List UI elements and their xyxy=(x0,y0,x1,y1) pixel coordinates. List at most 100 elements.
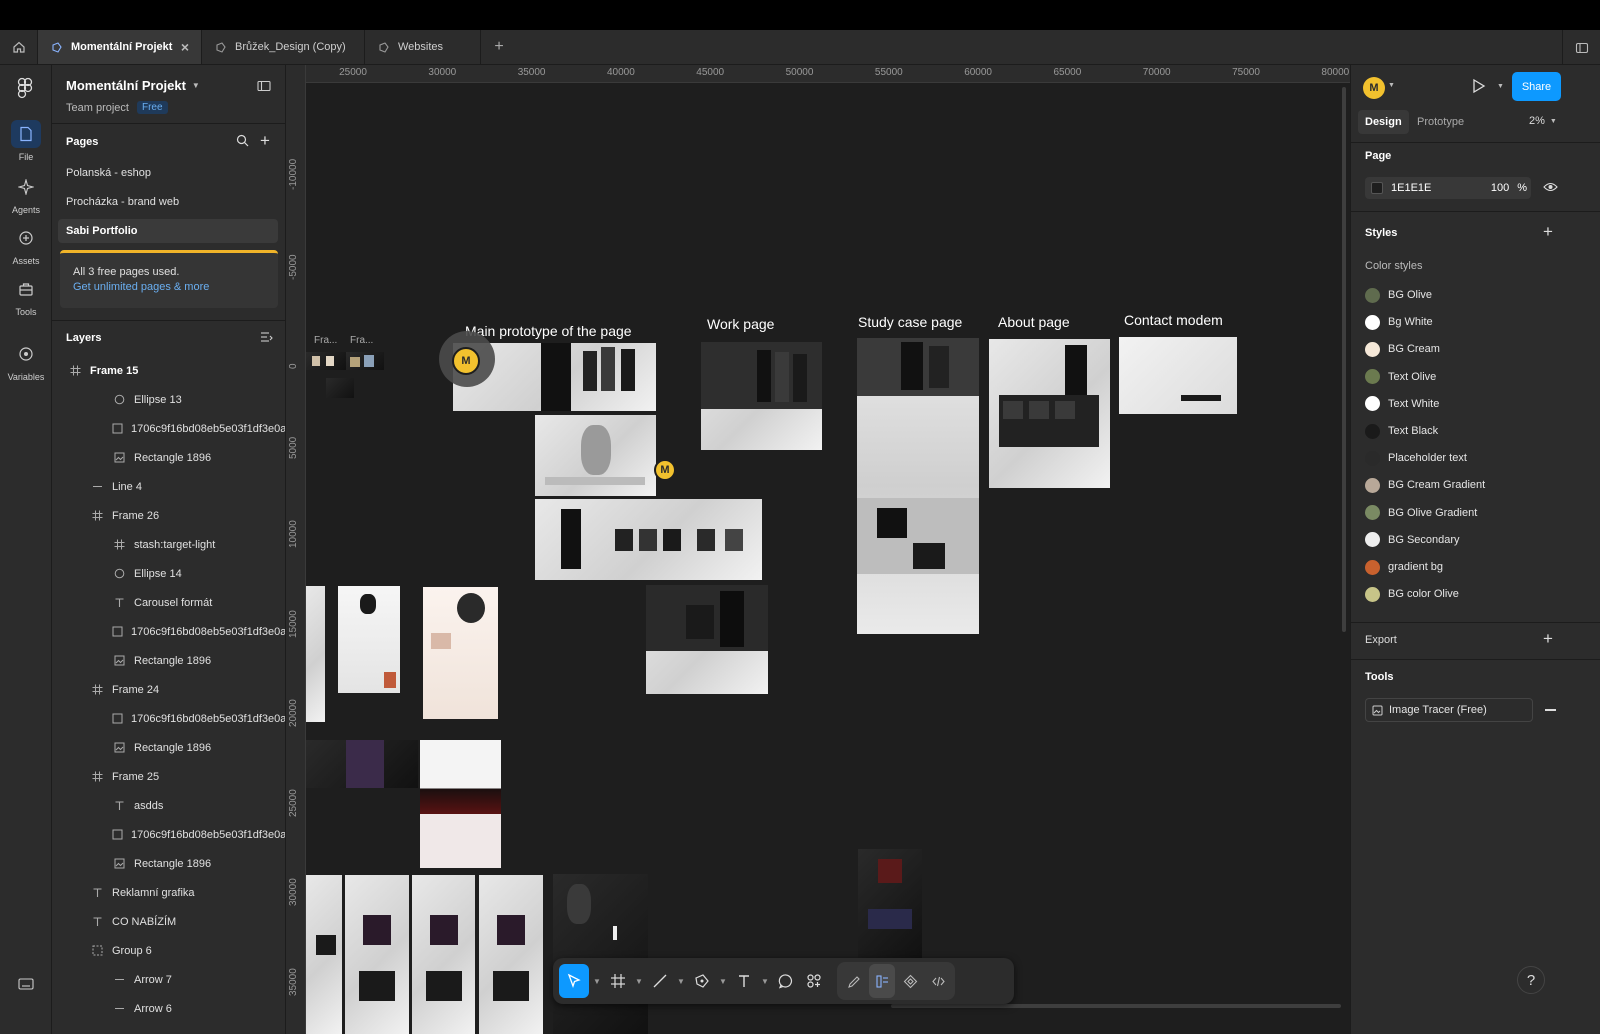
frame-get-in-contact[interactable] xyxy=(646,585,768,694)
color-style-item[interactable]: gradient bg xyxy=(1365,557,1443,577)
frame-thumbnail[interactable] xyxy=(858,849,922,959)
frame-thumbnail[interactable] xyxy=(306,875,342,1034)
frame-label-contact-modem[interactable]: Contact modem xyxy=(1124,312,1223,328)
line-tool[interactable] xyxy=(647,964,673,998)
tab-bruzek-design[interactable]: Brůžek_Design (Copy) xyxy=(202,30,365,64)
zoom-dropdown[interactable]: 2% ▼ xyxy=(1529,115,1557,127)
add-export-icon[interactable]: + xyxy=(1543,629,1553,649)
move-tool[interactable] xyxy=(559,964,589,998)
frame-tool[interactable] xyxy=(605,964,631,998)
frame-thumbnail[interactable] xyxy=(479,875,543,1034)
layer-row[interactable]: Rectangle 1896 xyxy=(52,733,285,762)
frame-thumbnail[interactable] xyxy=(345,875,409,1034)
layer-row[interactable]: Ellipse 13 xyxy=(52,385,285,414)
frame-label-work-page[interactable]: Work page xyxy=(707,316,774,332)
layer-row[interactable]: stash:target-light xyxy=(52,530,285,559)
layer-row[interactable]: 1706c9f16bd08eb5e03f1df3e0a9 xyxy=(52,617,285,646)
layer-row[interactable]: Arrow 6 xyxy=(52,994,285,1023)
rail-assets[interactable]: Assets xyxy=(0,224,52,266)
frame-thumbnail[interactable] xyxy=(412,875,475,1034)
frame-thumbnail[interactable] xyxy=(553,874,648,1034)
frame-portfolio-grid[interactable] xyxy=(535,499,762,580)
rail-variables[interactable]: Variables xyxy=(0,340,52,382)
color-style-item[interactable]: BG Cream xyxy=(1365,339,1440,359)
layer-row[interactable]: Frame 15 xyxy=(52,356,285,385)
layer-row[interactable]: Rectangle 1896 xyxy=(52,646,285,675)
horizontal-scrollbar[interactable] xyxy=(891,1004,1341,1008)
frame-thumbnail[interactable] xyxy=(306,352,346,370)
tab-momentalni-projekt[interactable]: Momentální Projekt × xyxy=(38,30,202,64)
layer-row[interactable]: Reklamní grafika xyxy=(52,878,285,907)
close-tab-icon[interactable]: × xyxy=(181,39,189,55)
panel-layout-icon[interactable] xyxy=(257,80,271,95)
color-style-item[interactable]: BG Cream Gradient xyxy=(1365,475,1485,495)
layer-row[interactable]: 1706c9f16bd08eb5e03f1df3e0a9 xyxy=(52,704,285,733)
user-avatar[interactable]: M xyxy=(1363,77,1385,99)
layer-row[interactable]: 1706c9f16bd08eb5e03f1df3e0a9 xyxy=(52,820,285,849)
present-play-icon[interactable] xyxy=(1471,78,1486,97)
rail-file[interactable]: File xyxy=(0,120,52,162)
layer-row[interactable]: Carousel formát xyxy=(52,588,285,617)
layer-list-options-icon[interactable] xyxy=(260,331,273,346)
layer-row[interactable]: Frame 25 xyxy=(52,762,285,791)
layer-row[interactable]: Rectangle 1896 xyxy=(52,443,285,472)
chevron-down-icon[interactable]: ▼ xyxy=(1497,83,1504,90)
frame-study-case-page[interactable] xyxy=(857,338,979,634)
home-tab[interactable] xyxy=(0,30,38,64)
color-style-item[interactable]: BG Olive Gradient xyxy=(1365,503,1477,523)
tab-design[interactable]: Design xyxy=(1358,110,1409,134)
frame-about-page[interactable] xyxy=(989,339,1110,488)
color-style-item[interactable]: BG color Olive xyxy=(1365,584,1459,604)
figma-logo-icon[interactable] xyxy=(15,77,35,102)
color-style-item[interactable]: BG Olive xyxy=(1365,285,1432,305)
dev-mode-button[interactable] xyxy=(925,964,951,998)
add-style-icon[interactable]: + xyxy=(1543,222,1553,242)
page-opacity-field[interactable]: 100 % xyxy=(1481,177,1531,199)
search-pages-icon[interactable] xyxy=(236,134,249,150)
chevron-down-icon[interactable]: ▼ xyxy=(633,964,645,998)
remove-tool-icon[interactable] xyxy=(1545,709,1556,711)
layer-row[interactable]: Frame 24 xyxy=(52,675,285,704)
tab-websites[interactable]: Websites xyxy=(365,30,481,64)
toggle-panels-button[interactable] xyxy=(1562,30,1600,65)
page-item[interactable]: Procházka - brand web xyxy=(58,190,278,214)
keyboard-shortcuts-icon[interactable] xyxy=(18,977,34,994)
chevron-down-icon[interactable]: ▼ xyxy=(717,964,729,998)
add-page-icon[interactable]: + xyxy=(260,131,270,151)
layer-row[interactable]: 1706c9f16bd08eb5e03f1df3e0a9 xyxy=(52,414,285,443)
frame-thumbnail[interactable] xyxy=(306,586,325,722)
help-button[interactable]: ? xyxy=(1517,966,1545,994)
components-mode-button[interactable] xyxy=(897,964,923,998)
frame-thumbnail[interactable] xyxy=(326,378,354,398)
color-style-item[interactable]: Text Olive xyxy=(1365,367,1436,387)
page-color-swatch[interactable] xyxy=(1371,182,1383,194)
chevron-down-icon[interactable]: ▼ xyxy=(591,964,603,998)
page-item-active[interactable]: Sabi Portfolio xyxy=(58,219,278,243)
upgrade-link[interactable]: Get unlimited pages & more xyxy=(73,280,278,295)
layer-row[interactable]: Frame 26 xyxy=(52,501,285,530)
frame-thumbnail[interactable] xyxy=(423,587,498,719)
rail-tools[interactable]: Tools xyxy=(0,275,52,317)
tab-prototype[interactable]: Prototype xyxy=(1410,110,1471,134)
frame-thumbnail[interactable] xyxy=(306,740,418,788)
comment-tool[interactable] xyxy=(773,964,799,998)
actions-tool[interactable] xyxy=(801,964,827,998)
frame-label[interactable]: Fra... xyxy=(314,335,337,346)
design-mode-button[interactable] xyxy=(869,964,895,998)
frame-thumbnail[interactable] xyxy=(420,740,501,868)
layer-row[interactable]: Rectangle 1896 xyxy=(52,849,285,878)
color-style-item[interactable]: Text White xyxy=(1365,394,1439,414)
chevron-down-icon[interactable]: ▼ xyxy=(759,964,771,998)
frame-thumbnail[interactable] xyxy=(346,352,384,370)
project-title[interactable]: Momentální Projekt ▼ xyxy=(66,78,200,93)
layer-row[interactable]: Line 4 xyxy=(52,472,285,501)
eye-icon[interactable] xyxy=(1543,181,1558,196)
plan-badge[interactable]: Free xyxy=(136,101,168,114)
pen-tool[interactable] xyxy=(689,964,715,998)
page-opacity-value[interactable]: 100 xyxy=(1491,182,1509,194)
rail-agents[interactable]: Agents xyxy=(0,173,52,215)
frame-work-page[interactable] xyxy=(701,342,822,450)
share-button[interactable]: Share xyxy=(1512,72,1561,101)
frame-label-about-page[interactable]: About page xyxy=(998,314,1070,330)
new-tab-button[interactable]: + xyxy=(481,30,517,64)
